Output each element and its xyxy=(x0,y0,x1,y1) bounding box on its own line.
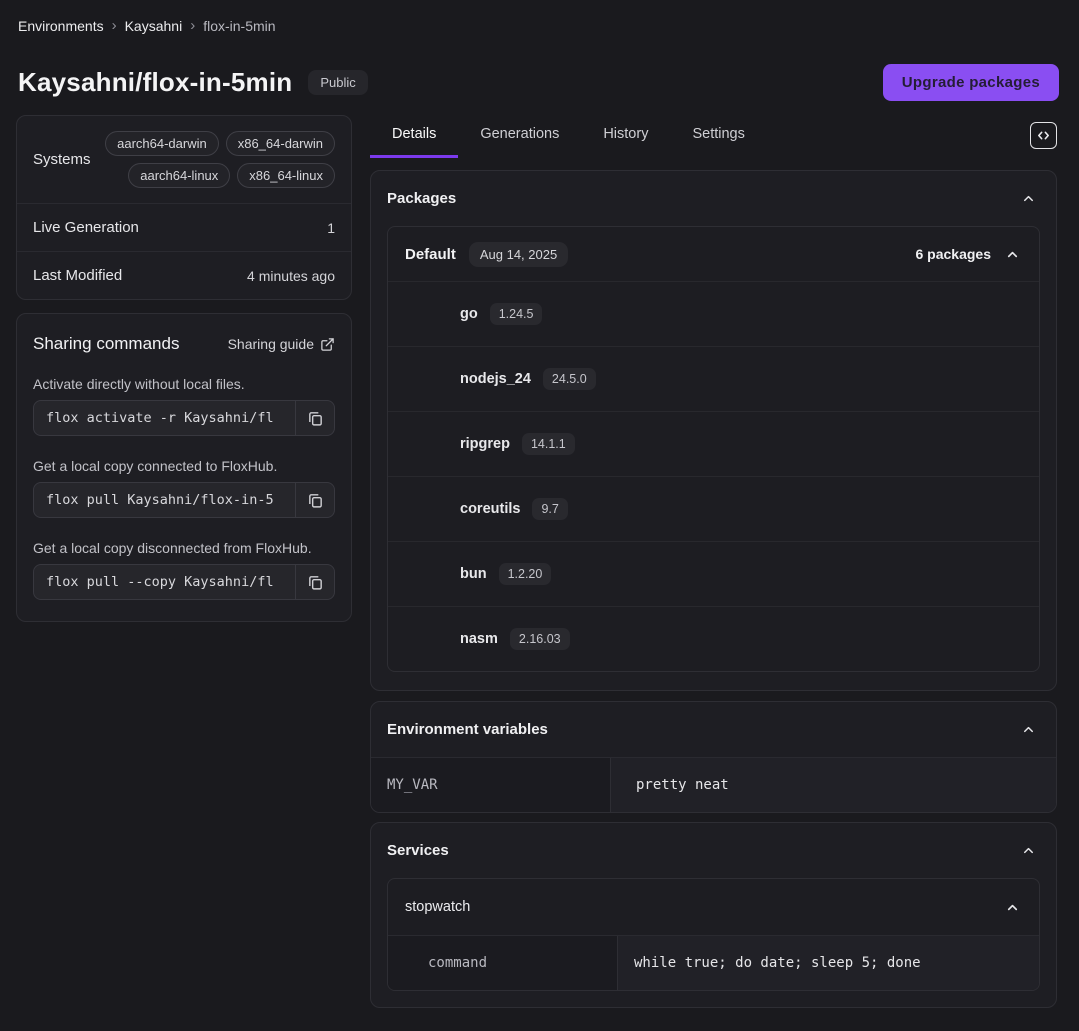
chevron-up-icon xyxy=(1005,247,1020,262)
package-row: coreutils 9.7 xyxy=(388,476,1039,541)
service-header: stopwatch xyxy=(388,879,1039,935)
pull-copy-command-text[interactable]: flox pull --copy Kaysahni/fl xyxy=(34,565,295,599)
service-stopwatch: stopwatch command while true; do date; s… xyxy=(387,878,1040,991)
package-group-name: Default xyxy=(405,246,456,263)
package-count: 6 packages xyxy=(916,246,992,262)
package-row: nodejs_24 24.5.0 xyxy=(388,346,1039,411)
env-var-key: MY_VAR xyxy=(371,758,611,812)
chevron-up-icon xyxy=(1005,900,1020,915)
live-generation-row: Live Generation 1 xyxy=(17,204,351,252)
breadcrumb-owner[interactable]: Kaysahni xyxy=(125,18,183,34)
package-version-badge: 24.5.0 xyxy=(543,368,596,390)
env-var-value: pretty neat xyxy=(611,758,1056,812)
activate-command-label: Activate directly without local files. xyxy=(33,376,335,392)
page-header: Kaysahni/flox-in-5min Public Upgrade pac… xyxy=(0,64,1079,101)
package-name: ripgrep xyxy=(460,436,510,452)
live-generation-value: 1 xyxy=(327,220,335,236)
chevron-right-icon: › xyxy=(112,19,117,33)
pull-command-label: Get a local copy connected to FloxHub. xyxy=(33,458,335,474)
tab-settings[interactable]: Settings xyxy=(670,115,766,158)
package-row: ripgrep 14.1.1 xyxy=(388,411,1039,476)
breadcrumb-environments[interactable]: Environments xyxy=(18,18,104,34)
copy-icon xyxy=(307,574,324,591)
copy-button[interactable] xyxy=(295,565,334,599)
last-modified-value: 4 minutes ago xyxy=(247,268,335,284)
service-property-key: command xyxy=(388,936,618,990)
code-icon xyxy=(1036,128,1051,143)
pull-copy-command-label: Get a local copy disconnected from FloxH… xyxy=(33,540,335,556)
package-row: nasm 2.16.03 xyxy=(388,606,1039,671)
external-link-icon xyxy=(320,337,335,352)
package-version-badge: 1.2.20 xyxy=(499,563,552,585)
pull-command-text[interactable]: flox pull Kaysahni/flox-in-5 xyxy=(34,483,295,517)
code-view-button[interactable] xyxy=(1030,122,1057,149)
package-name: bun xyxy=(460,566,487,582)
systems-row: Systems aarch64-darwin x86_64-darwin aar… xyxy=(17,116,351,204)
package-name: go xyxy=(460,306,478,322)
upgrade-packages-button[interactable]: Upgrade packages xyxy=(883,64,1059,101)
chevron-right-icon: › xyxy=(190,19,195,33)
services-collapse-button[interactable] xyxy=(1019,841,1038,860)
visibility-badge: Public xyxy=(308,70,367,95)
system-pill: x86_64-linux xyxy=(237,163,335,188)
copy-button[interactable] xyxy=(295,483,334,517)
environment-variables-collapse-button[interactable] xyxy=(1019,720,1038,739)
package-name: nodejs_24 xyxy=(460,371,531,387)
live-generation-label: Live Generation xyxy=(33,219,139,236)
sharing-commands-title: Sharing commands xyxy=(33,334,179,354)
package-group-date-badge: Aug 14, 2025 xyxy=(469,242,568,267)
breadcrumb-current: flox-in-5min xyxy=(203,18,275,34)
chevron-up-icon xyxy=(1021,843,1036,858)
chevron-up-icon xyxy=(1021,722,1036,737)
breadcrumb: Environments › Kaysahni › flox-in-5min xyxy=(0,0,1079,34)
activate-command-text[interactable]: flox activate -r Kaysahni/fl xyxy=(34,401,295,435)
pull-copy-command-box: flox pull --copy Kaysahni/fl xyxy=(33,564,335,600)
tab-generations[interactable]: Generations xyxy=(458,115,581,158)
system-pill: aarch64-linux xyxy=(128,163,230,188)
packages-title: Packages xyxy=(387,190,456,207)
chevron-up-icon xyxy=(1021,191,1036,206)
package-row: go 1.24.5 xyxy=(388,281,1039,346)
services-section: Services stopwatch command while true; d… xyxy=(370,822,1057,1008)
copy-icon xyxy=(307,410,324,427)
sharing-commands-card: Sharing commands Sharing guide Activate … xyxy=(16,313,352,622)
package-group-header: Default Aug 14, 2025 6 packages xyxy=(388,227,1039,281)
system-pill: aarch64-darwin xyxy=(105,131,219,156)
environment-variables-section: Environment variables MY_VAR pretty neat xyxy=(370,701,1057,813)
sharing-guide-label: Sharing guide xyxy=(228,336,314,352)
systems-label: Systems xyxy=(33,151,91,168)
tab-bar: Details Generations History Settings xyxy=(370,115,1057,158)
environment-variables-title: Environment variables xyxy=(387,721,548,738)
pull-command-box: flox pull Kaysahni/flox-in-5 xyxy=(33,482,335,518)
service-property-row: command while true; do date; sleep 5; do… xyxy=(388,935,1039,990)
page-title: Kaysahni/flox-in-5min xyxy=(18,67,292,98)
sharing-guide-link[interactable]: Sharing guide xyxy=(228,336,335,352)
package-name: nasm xyxy=(460,631,498,647)
packages-section: Packages Default Aug 14, 2025 6 packages xyxy=(370,170,1057,691)
package-name: coreutils xyxy=(460,501,520,517)
package-version-badge: 9.7 xyxy=(532,498,567,520)
tab-details[interactable]: Details xyxy=(370,115,458,158)
service-name: stopwatch xyxy=(405,899,470,915)
environment-info-card: Systems aarch64-darwin x86_64-darwin aar… xyxy=(16,115,352,300)
package-version-badge: 14.1.1 xyxy=(522,433,575,455)
services-title: Services xyxy=(387,842,449,859)
package-version-badge: 2.16.03 xyxy=(510,628,570,650)
package-row: bun 1.2.20 xyxy=(388,541,1039,606)
package-group-default: Default Aug 14, 2025 6 packages go 1.24.… xyxy=(387,226,1040,672)
service-collapse-button[interactable] xyxy=(1003,898,1022,917)
activate-command-box: flox activate -r Kaysahni/fl xyxy=(33,400,335,436)
env-var-row: MY_VAR pretty neat xyxy=(371,757,1056,812)
package-group-collapse-button[interactable] xyxy=(1003,245,1022,264)
tab-history[interactable]: History xyxy=(581,115,670,158)
packages-collapse-button[interactable] xyxy=(1019,189,1038,208)
last-modified-row: Last Modified 4 minutes ago xyxy=(17,252,351,299)
package-version-badge: 1.24.5 xyxy=(490,303,543,325)
service-property-value: while true; do date; sleep 5; done xyxy=(618,936,1039,990)
copy-icon xyxy=(307,492,324,509)
system-pill: x86_64-darwin xyxy=(226,131,335,156)
last-modified-label: Last Modified xyxy=(33,267,122,284)
copy-button[interactable] xyxy=(295,401,334,435)
